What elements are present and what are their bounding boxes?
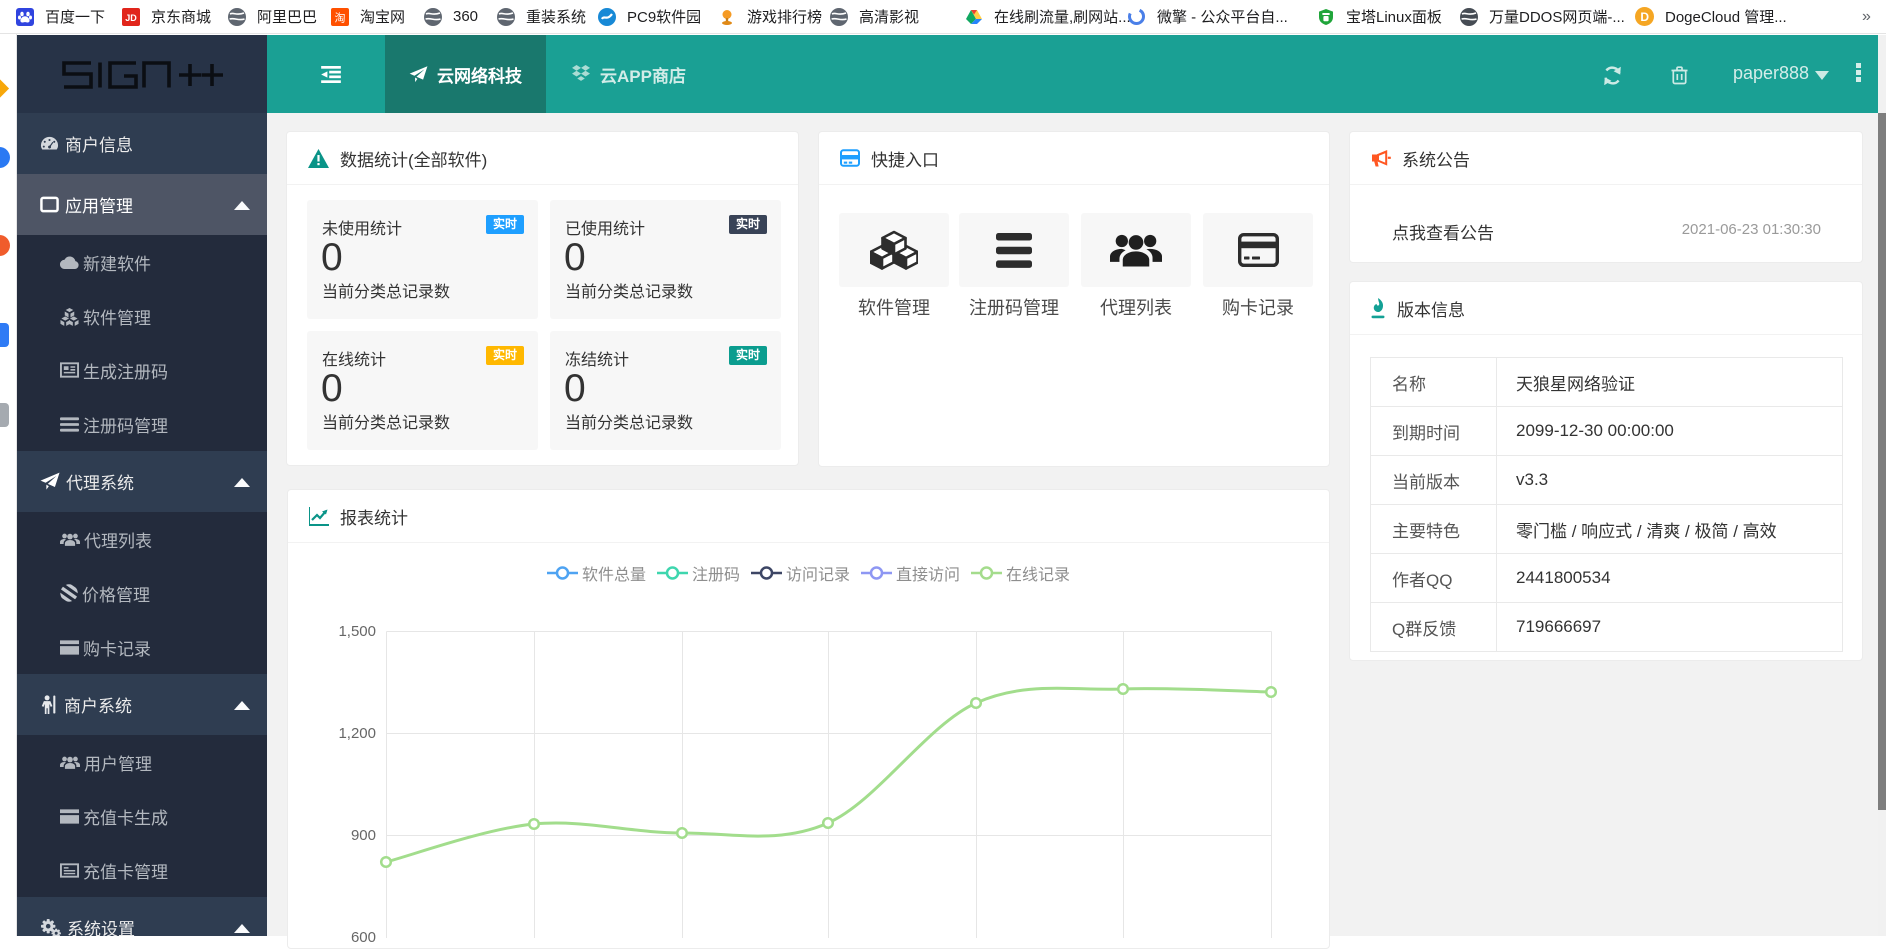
svg-text:淘: 淘: [335, 11, 346, 24]
svg-text:D: D: [1640, 10, 1649, 24]
svg-text:JD: JD: [125, 13, 137, 23]
svg-text:600: 600: [351, 929, 376, 946]
svg-text:1,200: 1,200: [338, 725, 376, 742]
svg-text:1,500: 1,500: [338, 623, 376, 640]
svg-text:900: 900: [351, 827, 376, 844]
